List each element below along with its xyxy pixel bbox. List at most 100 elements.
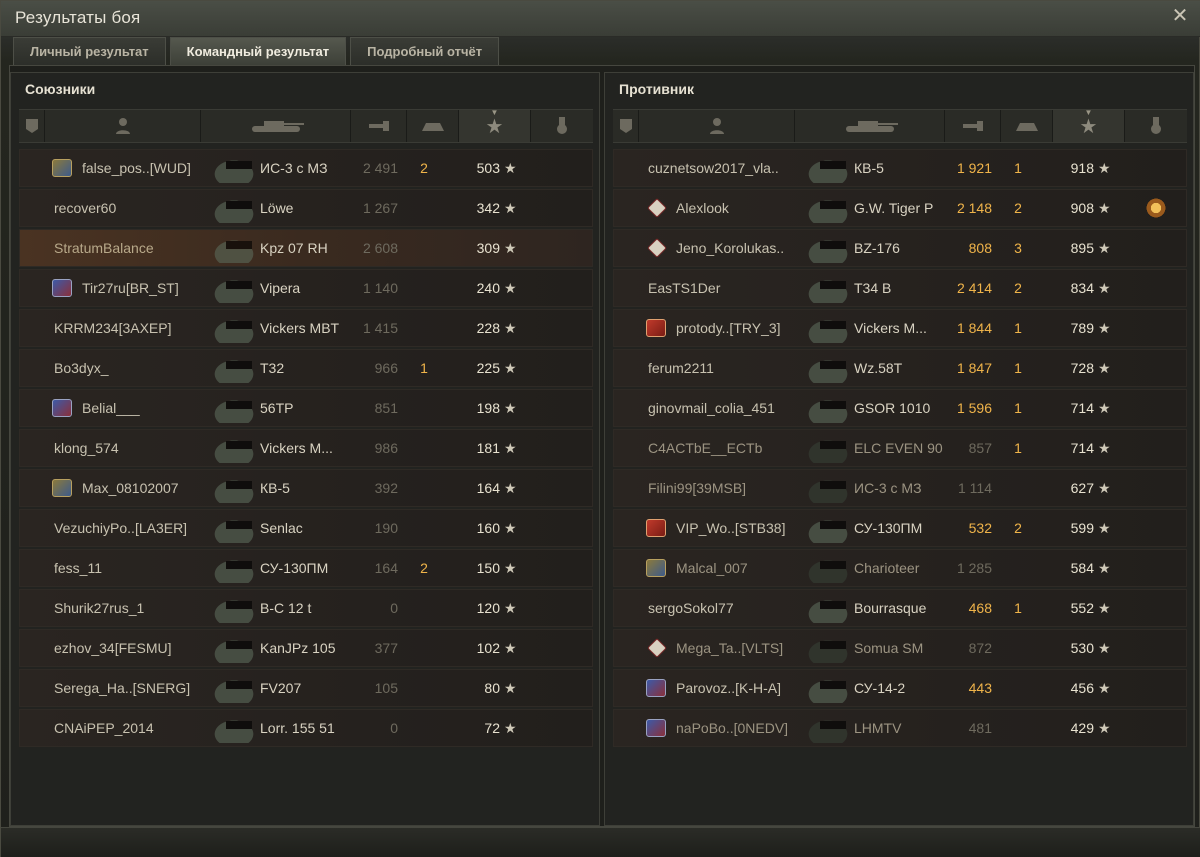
player-row[interactable]: Tir27ru[BR_ST] Vipera 1 140 240 ★ [19, 269, 593, 307]
player-row[interactable]: Serega_Ha..[SNERG] FV207 105 80 ★ [19, 669, 593, 707]
player-name[interactable]: VIP_Wo..[STB38] [676, 510, 798, 546]
damage-value: 1 844 [956, 320, 992, 336]
player-row[interactable]: naPoBo..[0NEDV] LHMTV 481 429 ★ [613, 709, 1187, 747]
player-row[interactable]: ginovmail_colia_451 GSOR 1010 1 596 1 714 ★ [613, 389, 1187, 427]
player-name[interactable]: StratumBalance [54, 230, 204, 266]
player-name[interactable]: sergoSokol77 [648, 590, 798, 626]
rank-icon[interactable] [19, 110, 45, 142]
close-icon[interactable]: ✕ [1169, 5, 1191, 27]
tank-image [204, 553, 264, 583]
player-row[interactable]: Parovoz..[K-H-A] СУ-14-2 443 456 ★ [613, 669, 1187, 707]
vehicle-column-icon[interactable] [201, 110, 351, 142]
player-name[interactable]: fess_11 [54, 550, 204, 586]
tank-name: Kpz 07 RH [260, 240, 328, 256]
player-row[interactable]: recover60 Löwe 1 267 342 ★ [19, 189, 593, 227]
player-name[interactable]: EasTS1Der [648, 270, 798, 306]
player-row[interactable]: fess_11 СУ-130ПМ 164 2 150 ★ [19, 549, 593, 587]
player-row[interactable]: false_pos..[WUD] ИС-3 с МЗ 2 491 2 503 ★ [19, 149, 593, 187]
player-row[interactable]: EasTS1Der T34 B 2 414 2 834 ★ [613, 269, 1187, 307]
medal-icon[interactable] [1144, 196, 1168, 220]
star-icon: ★ [1098, 440, 1111, 456]
player-name[interactable]: ginovmail_colia_451 [648, 390, 798, 426]
player-row[interactable]: CNAiPEP_2014 Lorr. 155 51 0 72 ★ [19, 709, 593, 747]
xp-column-icon[interactable]: ▼ ★ [1053, 108, 1125, 142]
player-name[interactable]: klong_574 [54, 430, 204, 466]
damage-column-icon[interactable] [351, 110, 407, 142]
tank-name: Wz.58T [854, 360, 903, 376]
player-name[interactable]: naPoBo..[0NEDV] [676, 710, 798, 746]
kills-value [408, 390, 440, 426]
player-row[interactable]: KRRM234[3AXEP] Vickers MBT 1 415 228 ★ [19, 309, 593, 347]
player-row[interactable]: VezuchiyPo..[LA3ER] Senlac 190 160 ★ [19, 509, 593, 547]
damage-value: 1 415 [362, 320, 398, 336]
team-results-content: Союзники ▼ ★ false_pos..[WUD] ИС-3 с МЗ … [9, 65, 1195, 827]
tank-name: Vickers M... [854, 320, 927, 336]
player-badge-icon [52, 279, 72, 297]
player-row[interactable]: Bo3dyx_ T32 966 1 225 ★ [19, 349, 593, 387]
player-row[interactable]: Jeno_Korolukas.. BZ-176 808 3 895 ★ [613, 229, 1187, 267]
player-name[interactable]: Alexlook [676, 190, 798, 226]
kills-column-icon[interactable] [1001, 110, 1053, 142]
player-row[interactable]: protody..[TRY_3] Vickers M... 1 844 1 789 ★ [613, 309, 1187, 347]
player-row[interactable]: C4ACTbE__ECTb ELC EVEN 90 857 1 714 ★ [613, 429, 1187, 467]
tank-name: FV207 [260, 680, 302, 696]
player-row[interactable]: Max_08102007 КВ-5 392 164 ★ [19, 469, 593, 507]
xp-value: 309 [476, 240, 500, 256]
player-row[interactable]: klong_574 Vickers M... 986 181 ★ [19, 429, 593, 467]
player-name[interactable]: VezuchiyPo..[LA3ER] [54, 510, 204, 546]
player-name[interactable]: cuznetsow2017_vla.. [648, 150, 798, 186]
player-name[interactable]: Belial___ [82, 390, 204, 426]
tank-name: LHMTV [854, 720, 902, 736]
tank-image [798, 513, 858, 543]
player-name[interactable]: Malcal_007 [676, 550, 798, 586]
player-name[interactable]: Max_08102007 [82, 470, 204, 506]
medal-column-icon[interactable] [1125, 110, 1187, 142]
kills-value: 1 [1014, 400, 1022, 416]
player-name[interactable]: CNAiPEP_2014 [54, 710, 204, 746]
medal-column-icon[interactable] [531, 110, 593, 142]
player-name[interactable]: Tir27ru[BR_ST] [82, 270, 204, 306]
star-icon: ★ [504, 320, 517, 336]
player-name[interactable]: Serega_Ha..[SNERG] [54, 670, 204, 706]
player-name[interactable]: false_pos..[WUD] [82, 150, 204, 186]
tab-detailed[interactable]: Подробный отчёт [350, 37, 500, 65]
player-row[interactable]: Malcal_007 Charioteer 1 285 584 ★ [613, 549, 1187, 587]
player-name[interactable]: ferum2211 [648, 350, 798, 386]
player-name[interactable]: Bo3dyx_ [54, 350, 204, 386]
player-row[interactable]: cuznetsow2017_vla.. КВ-5 1 921 1 918 ★ [613, 149, 1187, 187]
player-row[interactable]: Mega_Ta..[VLTS] Somua SM 872 530 ★ [613, 629, 1187, 667]
player-row[interactable]: Filini99[39MSB] ИС-3 с МЗ 1 114 627 ★ [613, 469, 1187, 507]
enemies-panel: Противник ▼ ★ cuznetsow2017_vla.. КВ-5 1… [604, 72, 1194, 826]
player-name[interactable]: ezhov_34[FESMU] [54, 630, 204, 666]
player-name[interactable]: Filini99[39MSB] [648, 470, 798, 506]
player-row[interactable]: Belial___ 56TP 851 198 ★ [19, 389, 593, 427]
xp-value: 714 [1070, 400, 1094, 416]
player-name[interactable]: Shurik27rus_1 [54, 590, 204, 626]
player-row[interactable]: VIP_Wo..[STB38] СУ-130ПМ 532 2 599 ★ [613, 509, 1187, 547]
player-column-icon[interactable] [639, 110, 795, 142]
player-row[interactable]: Shurik27rus_1 B-C 12 t 0 120 ★ [19, 589, 593, 627]
kills-value: 1 [1014, 360, 1022, 376]
player-name[interactable]: Parovoz..[K-H-A] [676, 670, 798, 706]
kills-column-icon[interactable] [407, 110, 459, 142]
player-row[interactable]: ferum2211 Wz.58T 1 847 1 728 ★ [613, 349, 1187, 387]
vehicle-column-icon[interactable] [795, 110, 945, 142]
player-column-icon[interactable] [45, 110, 201, 142]
player-row[interactable]: ezhov_34[FESMU] KanJPz 105 377 102 ★ [19, 629, 593, 667]
tank-image [204, 593, 264, 623]
player-row[interactable]: StratumBalance Kpz 07 RH 2 608 309 ★ [19, 229, 593, 267]
tab-personal[interactable]: Личный результат [13, 37, 166, 65]
player-name[interactable]: Jeno_Korolukas.. [676, 230, 798, 266]
tab-team[interactable]: Командный результат [169, 37, 347, 65]
player-name[interactable]: KRRM234[3AXEP] [54, 310, 204, 346]
player-name[interactable]: C4ACTbE__ECTb [648, 430, 798, 466]
player-name[interactable]: recover60 [54, 190, 204, 226]
player-name[interactable]: Mega_Ta..[VLTS] [676, 630, 798, 666]
xp-value: 728 [1070, 360, 1094, 376]
rank-icon[interactable] [613, 110, 639, 142]
player-row[interactable]: sergoSokol77 Bourrasque 468 1 552 ★ [613, 589, 1187, 627]
player-name[interactable]: protody..[TRY_3] [676, 310, 798, 346]
damage-column-icon[interactable] [945, 110, 1001, 142]
xp-column-icon[interactable]: ▼ ★ [459, 108, 531, 142]
player-row[interactable]: Alexlook G.W. Tiger P 2 148 2 908 ★ [613, 189, 1187, 227]
